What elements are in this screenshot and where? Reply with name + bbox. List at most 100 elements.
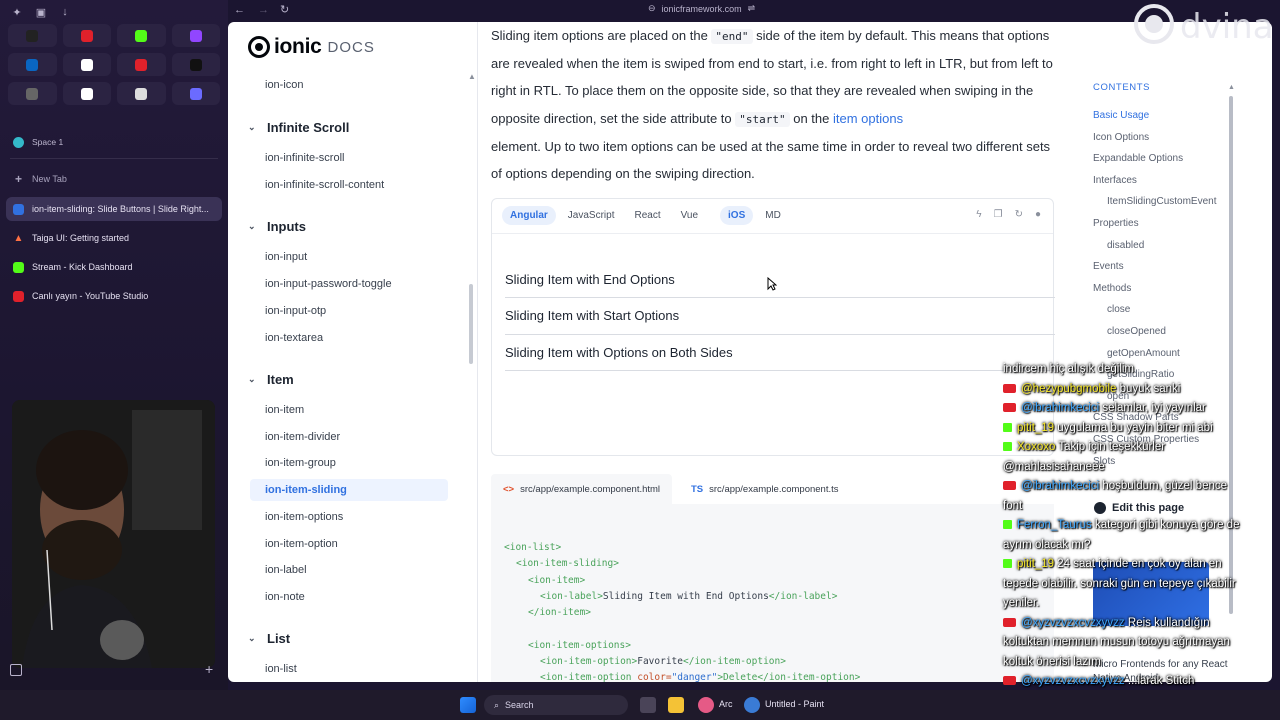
- tab-framework-javascript[interactable]: JavaScript: [560, 206, 623, 225]
- tab-framework-vue[interactable]: Vue: [673, 206, 706, 225]
- sidebar-item-ion-item-option[interactable]: ion-item-option: [265, 538, 338, 550]
- toc-item-properties[interactable]: Properties: [1093, 218, 1139, 229]
- code-tab-ts[interactable]: TS src/app/example.component.ts: [679, 474, 851, 504]
- reload-icon[interactable]: ↻: [280, 3, 289, 16]
- sidebar-item-ion-note[interactable]: ion-note: [265, 591, 305, 603]
- sidebar-section-label: List: [267, 631, 291, 646]
- copy-icon[interactable]: ❐: [994, 209, 1003, 220]
- task-view-icon[interactable]: [640, 697, 656, 713]
- chat-username: @ibrahimkecici: [1021, 402, 1100, 414]
- favorite-youtube-music[interactable]: [117, 53, 166, 76]
- arc-menu-icon[interactable]: ✦: [10, 5, 24, 19]
- toc-item-methods[interactable]: Methods: [1093, 283, 1131, 294]
- tab-framework-react[interactable]: React: [626, 206, 668, 225]
- sidebar-item-ion-list[interactable]: ion-list: [265, 663, 297, 675]
- toc-item-events[interactable]: Events: [1093, 261, 1124, 272]
- sidebar-toggle-icon[interactable]: ▣: [34, 5, 48, 19]
- reset-icon[interactable]: ↻: [1015, 209, 1023, 220]
- add-icon[interactable]: +: [205, 661, 213, 677]
- favorite-upwork[interactable]: [171, 53, 220, 76]
- tab-mode-md[interactable]: MD: [757, 206, 789, 225]
- sidebar-item-ion-item-group[interactable]: ion-item-group: [265, 457, 336, 469]
- tab-item[interactable]: ion-item-sliding: Slide Buttons | Slide …: [6, 197, 222, 221]
- github-icon: [80, 87, 93, 100]
- youtube-icon: [1003, 403, 1016, 413]
- sidebar-section-item[interactable]: ⌄ Item: [248, 372, 294, 387]
- sidebar-item-ion-item-divider[interactable]: ion-item-divider: [265, 431, 340, 443]
- url-text: ionicframework.com: [661, 3, 742, 14]
- youtube-icon: [80, 29, 93, 42]
- code-line: <ion-item>: [491, 573, 1054, 589]
- file-explorer-icon[interactable]: [668, 697, 684, 713]
- space-label[interactable]: Space 1: [6, 130, 222, 154]
- favorite-app-2[interactable]: [171, 82, 220, 105]
- sidebar-item-ion-input-otp[interactable]: ion-input-otp: [265, 305, 326, 317]
- para-text-3: on the: [789, 110, 833, 126]
- sidebar-section-inputs[interactable]: ⌄ Inputs: [248, 219, 306, 234]
- sidebar-item-ion-item-options[interactable]: ion-item-options: [265, 511, 343, 523]
- sidebar-item-ion-input[interactable]: ion-input: [265, 251, 307, 263]
- windows-start-icon[interactable]: [460, 697, 476, 713]
- code-tab-html[interactable]: <> src/app/example.component.html: [491, 474, 673, 504]
- sidebar-item-ion-textarea[interactable]: ion-textarea: [265, 332, 323, 344]
- sidebar-scrollbar[interactable]: [468, 72, 474, 678]
- toc-item-icon-options[interactable]: Icon Options: [1093, 132, 1149, 143]
- toc-item-getopenamount[interactable]: getOpenAmount: [1107, 348, 1180, 359]
- toc-item-disabled[interactable]: disabled: [1107, 240, 1144, 251]
- tab-item[interactable]: Canlı yayın - YouTube Studio: [6, 284, 222, 308]
- tab-framework-angular[interactable]: Angular: [502, 206, 556, 225]
- tab-item[interactable]: Stream - Kick Dashboard: [6, 255, 222, 279]
- taskbar-search[interactable]: ⌕ Search: [484, 695, 628, 715]
- new-tab-button[interactable]: + New Tab: [6, 167, 222, 191]
- sidebar-item-ion-icon[interactable]: ion-icon: [265, 79, 304, 91]
- forward-icon[interactable]: →: [258, 4, 269, 16]
- item-options-link[interactable]: item options: [833, 111, 903, 126]
- sidebar-item-ion-item-sliding[interactable]: ion-item-sliding: [250, 479, 448, 501]
- favorite-kick[interactable]: [117, 24, 166, 47]
- tab-mode-ios[interactable]: iOS: [720, 206, 754, 225]
- sidebar-item-ion-label[interactable]: ion-label: [265, 564, 307, 576]
- sidebar-item-ion-infinite-scroll[interactable]: ion-infinite-scroll: [265, 152, 344, 164]
- favorite-x[interactable]: [8, 24, 57, 47]
- sidebar-item-ion-item[interactable]: ion-item: [265, 404, 304, 416]
- code-tab-label: src/app/example.component.ts: [709, 483, 839, 495]
- code-tag: <ion-label>: [540, 590, 603, 602]
- sidebar-section-list[interactable]: ⌄ List: [248, 631, 290, 646]
- chat-message: @ibrahimkecici selamlar, iyi yayınlar: [1003, 399, 1206, 418]
- toc-item-itemslidingcustomevent[interactable]: ItemSlidingCustomEvent: [1107, 196, 1217, 207]
- youtube-music-icon: [135, 58, 148, 71]
- favorite-linkedin[interactable]: [8, 53, 57, 76]
- back-icon[interactable]: ←: [234, 4, 245, 16]
- archive-icon[interactable]: [10, 664, 22, 676]
- toc-item-expandable-options[interactable]: Expandable Options: [1093, 153, 1183, 164]
- sliding-item[interactable]: Sliding Item with Start Options: [505, 298, 1055, 335]
- arc-browser-icon[interactable]: [698, 697, 714, 713]
- favorite-app[interactable]: [117, 82, 166, 105]
- sliding-item[interactable]: Sliding Item with End Options: [505, 261, 1055, 298]
- sidebar-item-ion-infinite-scroll-content[interactable]: ion-infinite-scroll-content: [265, 179, 384, 191]
- toc-item-close[interactable]: close: [1107, 304, 1130, 315]
- toc-item-interfaces[interactable]: Interfaces: [1093, 175, 1137, 186]
- favorite-globe[interactable]: [8, 82, 57, 105]
- ionic-logo[interactable]: ionic DOCS: [248, 35, 375, 59]
- settings-icon[interactable]: ⇌: [748, 3, 756, 14]
- favorite-github[interactable]: [62, 82, 111, 105]
- url-bar[interactable]: ⊖ ionicframework.com ⇌: [648, 3, 755, 14]
- toc-item-basic-usage[interactable]: Basic Usage: [1093, 110, 1149, 121]
- sliding-item[interactable]: Sliding Item with Options on Both Sides: [505, 334, 1055, 372]
- sidebar-section-infinite-scroll[interactable]: ⌄ Infinite Scroll: [248, 120, 349, 135]
- downloads-icon[interactable]: ↓: [58, 5, 72, 19]
- stackblitz-icon[interactable]: ϟ: [976, 209, 981, 220]
- chat-message: koltuk önerisi lazım: [1003, 653, 1101, 672]
- sidebar-scroll-thumb[interactable]: [469, 284, 473, 364]
- github-icon[interactable]: ●: [1035, 209, 1041, 220]
- favorite-gmail[interactable]: [62, 53, 111, 76]
- chat-text: @mahlasisahaneee: [1003, 460, 1105, 473]
- sidebar-item-ion-input-password-toggle[interactable]: ion-input-password-toggle: [265, 278, 392, 290]
- tab-item[interactable]: ▲ Taiga UI: Getting started: [6, 226, 222, 250]
- favorite-twitch[interactable]: [171, 24, 220, 47]
- toc-item-closeopened[interactable]: closeOpened: [1107, 326, 1166, 337]
- code-text: Favorite: [637, 656, 683, 668]
- paint-icon[interactable]: [744, 697, 760, 713]
- favorite-youtube[interactable]: [62, 24, 111, 47]
